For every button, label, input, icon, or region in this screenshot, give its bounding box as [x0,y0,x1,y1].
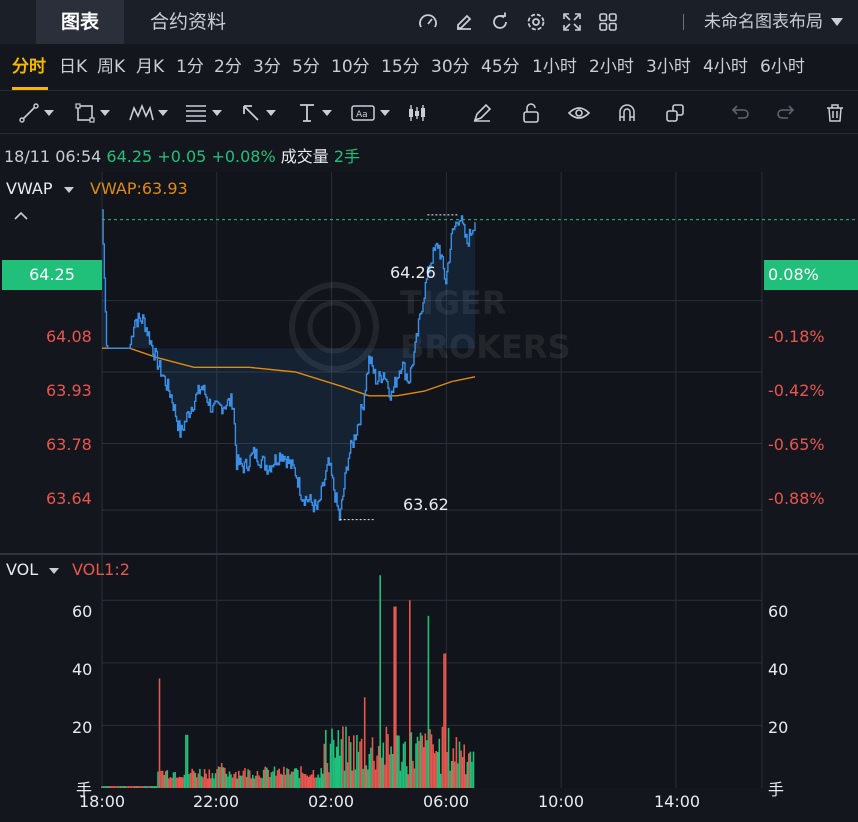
pct-level-4: -0.88% [768,489,825,508]
time-tick-1: 18:00 [79,792,126,811]
time-tick-2: 22:00 [193,792,240,811]
vol-axis-right-60: 60 [768,602,789,621]
price-level-2: 63.93 [46,381,92,400]
vol-indicator-name[interactable]: VOL [6,560,60,579]
chart-canvas[interactable]: TIGER BROKERS [0,0,858,822]
time-tick-5: 10:00 [538,792,585,811]
time-tick-4: 06:00 [423,792,470,811]
current-pct-tag: 0.08% [764,260,858,290]
pct-level-3: -0.65% [768,435,825,454]
vol-axis-right-40: 40 [768,660,789,679]
price-level-1: 64.08 [46,327,92,346]
vol-axis-right-20: 20 [768,718,789,737]
vol-axis-right-unit: 手 [768,780,785,799]
vwap-indicator-name[interactable]: VWAP [6,179,74,198]
caret-down-icon [49,567,60,574]
caret-down-icon [63,186,74,193]
vwap-name: VWAP [6,179,53,198]
vwap-value: VWAP:63.93 [90,179,188,198]
price-level-4: 63.64 [46,489,92,508]
current-price-tag: 64.25 [2,260,102,290]
collapse-chevron-icon[interactable] [12,208,30,227]
pct-level-1: -0.18% [768,327,825,346]
pct-level-2: -0.42% [768,381,825,400]
vol-name: VOL [6,560,39,579]
time-tick-3: 02:00 [308,792,355,811]
low-annotation: 63.62 [403,495,449,514]
vol-axis-left-20: 20 [72,718,93,737]
vol-value: VOL1:2 [72,560,130,579]
time-tick-6: 14:00 [654,792,701,811]
high-annotation: 64.26 [390,263,436,282]
vol-axis-left-40: 40 [72,660,93,679]
vol-axis-left-60: 60 [72,602,93,621]
price-level-3: 63.78 [46,435,92,454]
